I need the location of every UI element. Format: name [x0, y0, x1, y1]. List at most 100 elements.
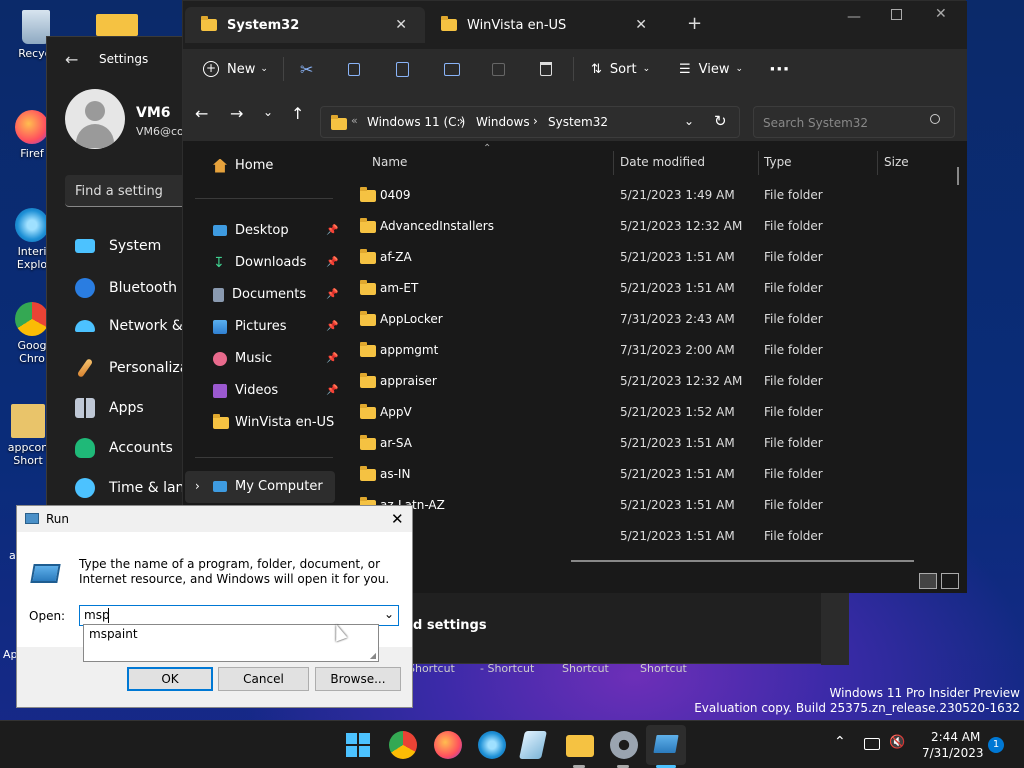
tiles-view-icon[interactable]: [941, 573, 959, 589]
table-row[interactable]: am-ET 5/21/2023 1:51 AM File folder: [341, 273, 961, 304]
settings-search-input[interactable]: Find a setting: [65, 175, 195, 207]
nav-home[interactable]: Home: [213, 158, 273, 173]
clock-date[interactable]: 7/31/2023: [922, 746, 984, 760]
cut-icon[interactable]: ✂: [300, 57, 313, 81]
share-icon[interactable]: [492, 57, 505, 81]
settings-nav-accounts[interactable]: Accounts: [75, 438, 173, 458]
settings-gear-icon[interactable]: [610, 731, 638, 759]
table-row[interactable]: ar-SA 5/21/2023 1:51 AM File folder: [341, 428, 961, 459]
maximize-icon[interactable]: [891, 9, 902, 20]
breadcrumb-overflow-icon[interactable]: «: [351, 114, 358, 127]
browse-button[interactable]: Browse...: [315, 667, 401, 691]
clock-time[interactable]: 2:44 AM: [931, 730, 980, 744]
sort-button[interactable]: ⇅ Sort ⌄: [591, 57, 650, 81]
table-row[interactable]: as-IN 5/21/2023 1:51 AM File folder: [341, 459, 961, 490]
table-row[interactable]: appraiser 5/21/2023 12:32 AM File folder: [341, 366, 961, 397]
view-button[interactable]: ☰ View ⌄: [679, 57, 743, 81]
breadcrumb-windows[interactable]: Windows: [476, 115, 530, 129]
tab-system32[interactable]: System32 ✕: [185, 7, 425, 43]
new-button[interactable]: + New ⌄: [203, 57, 268, 81]
table-row[interactable]: az-Latn-AZ5/21/2023 1:51 AMFile folder: [341, 490, 961, 521]
shortcut-label[interactable]: Shortcut: [408, 662, 455, 675]
pin-icon[interactable]: 📌: [326, 353, 338, 364]
forward-arrow-icon[interactable]: →: [230, 104, 243, 123]
notification-badge[interactable]: 1: [988, 737, 1004, 753]
autocomplete-item-mspaint[interactable]: mspaint: [89, 627, 138, 641]
nav-pictures[interactable]: Pictures: [213, 319, 286, 334]
chrome-icon[interactable]: [389, 731, 417, 759]
paste-icon[interactable]: [396, 57, 409, 81]
nav-videos[interactable]: Videos: [213, 383, 278, 398]
notepad-icon[interactable]: [519, 731, 547, 759]
desktop-icon-appcon[interactable]: appcon Short: [4, 404, 52, 467]
nav-winvista[interactable]: WinVista en-US: [213, 413, 334, 430]
table-row[interactable]: af-ZA 5/21/2023 1:51 AM File folder: [341, 242, 961, 273]
shortcut-label[interactable]: - Shortcut: [480, 662, 534, 675]
table-row[interactable]: appmgmt 7/31/2023 2:00 AM File folder: [341, 335, 961, 366]
table-row[interactable]: AppV 5/21/2023 1:52 AM File folder: [341, 397, 961, 428]
settings-nav-time[interactable]: Time & lang: [75, 478, 193, 498]
column-header-date[interactable]: Date modified: [620, 155, 705, 169]
avatar[interactable]: [65, 89, 125, 149]
tab-winvista[interactable]: WinVista en-US ✕: [425, 7, 665, 43]
settings-nav-system[interactable]: System: [75, 238, 161, 254]
settings-nav-apps[interactable]: Apps: [75, 398, 144, 418]
run-app-icon[interactable]: [653, 735, 679, 753]
settings-nav-personalization[interactable]: Personalizat: [75, 358, 194, 378]
shortcut-label[interactable]: Shortcut: [562, 662, 609, 675]
pin-icon[interactable]: 📌: [326, 321, 338, 332]
nav-downloads[interactable]: ↧ Downloads: [213, 255, 306, 270]
table-row[interactable]: AppLocker 7/31/2023 2:43 AM File folder: [341, 304, 961, 335]
close-icon[interactable]: ✕: [391, 510, 404, 528]
rename-icon[interactable]: [444, 57, 460, 81]
nav-my-computer[interactable]: My Computer: [213, 479, 323, 494]
close-window-icon[interactable]: ✕: [935, 6, 947, 22]
horizontal-scrollbar[interactable]: [571, 560, 914, 562]
table-row[interactable]: AdvancedInstallers 5/21/2023 12:32 AM File…: [341, 211, 961, 242]
table-row[interactable]: 0409 5/21/2023 1:49 AM File folder: [341, 180, 961, 211]
table-row[interactable]: 5/21/2023 1:51 AM File folder: [341, 521, 961, 552]
nav-music[interactable]: Music: [213, 351, 272, 366]
address-dropdown-icon[interactable]: ⌄: [684, 114, 694, 128]
minimize-icon[interactable]: —: [847, 9, 861, 25]
shortcut-label[interactable]: Shortcut: [640, 662, 687, 675]
settings-nav-bluetooth[interactable]: Bluetooth &: [75, 278, 192, 298]
recent-chevron-icon[interactable]: ⌄: [263, 105, 273, 119]
chevron-down-icon[interactable]: ⌄: [384, 607, 394, 621]
pin-icon[interactable]: 📌: [326, 385, 338, 396]
close-tab-icon[interactable]: ✕: [395, 17, 407, 33]
breadcrumb-system32[interactable]: System32: [548, 115, 608, 129]
back-arrow-icon[interactable]: ←: [195, 104, 208, 123]
start-windows-icon[interactable]: [346, 733, 370, 757]
address-bar[interactable]: « Windows 11 (C:) › Windows › System32 ⌄…: [320, 106, 740, 138]
nav-desktop[interactable]: Desktop: [213, 223, 289, 238]
resize-grip-icon[interactable]: ◢: [370, 651, 376, 660]
copy-icon[interactable]: [348, 57, 360, 81]
refresh-icon[interactable]: ↻: [714, 112, 727, 130]
back-arrow-icon[interactable]: ←: [65, 50, 78, 69]
firefox-icon[interactable]: [434, 731, 462, 759]
network-icon[interactable]: [864, 738, 880, 750]
open-input[interactable]: msp ⌄: [79, 605, 399, 626]
delete-icon[interactable]: [540, 57, 552, 81]
desktop-folder-icon[interactable]: [96, 14, 138, 36]
ok-button[interactable]: OK: [127, 667, 213, 691]
nav-documents[interactable]: Documents: [213, 287, 306, 302]
details-view-icon[interactable]: [919, 573, 937, 589]
up-arrow-icon[interactable]: ↑: [291, 104, 304, 123]
new-tab-icon[interactable]: +: [687, 13, 702, 34]
internet-explorer-icon[interactable]: [478, 731, 506, 759]
close-tab-icon[interactable]: ✕: [635, 17, 647, 33]
volume-muted-icon[interactable]: 🔇: [889, 735, 905, 750]
column-header-size[interactable]: Size: [884, 155, 909, 169]
pin-icon[interactable]: 📌: [326, 289, 338, 300]
column-header-name[interactable]: Name: [372, 155, 407, 169]
more-options-button[interactable]: ···: [769, 57, 790, 81]
column-header-type[interactable]: Type: [764, 155, 792, 169]
cancel-button[interactable]: Cancel: [218, 667, 309, 691]
file-explorer-icon[interactable]: [566, 735, 594, 757]
settings-nav-network[interactable]: Network & i: [75, 318, 191, 334]
breadcrumb-windows11[interactable]: Windows 11 (C:): [367, 115, 465, 129]
chevron-up-icon[interactable]: ⌃: [834, 734, 846, 750]
pin-icon[interactable]: 📌: [326, 225, 338, 236]
